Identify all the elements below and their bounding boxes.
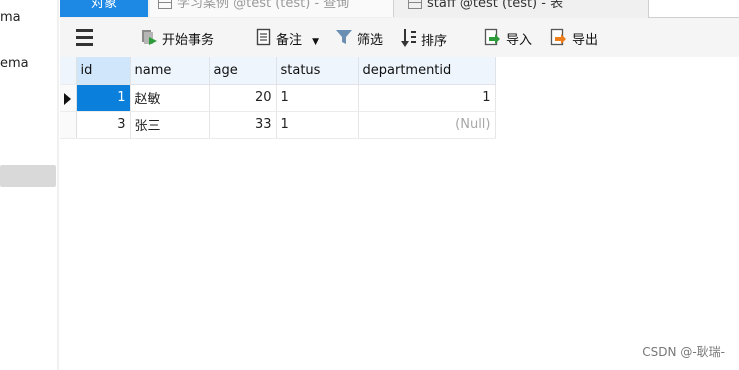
export-button[interactable]: 导出 (550, 28, 598, 48)
table-row[interactable]: 1 赵敏 20 1 1 (60, 84, 496, 112)
column-header-id[interactable]: id (76, 57, 131, 85)
import-button[interactable]: 导入 (484, 28, 532, 48)
pane-splitter[interactable] (57, 0, 59, 370)
tab-table-label: staff @test (test) - 表 (427, 0, 564, 11)
cell-age[interactable]: 33 (209, 111, 277, 139)
tab-strip: 对象 学习案例 @test (test) - 查询 staff @test (t… (60, 0, 739, 18)
column-header-departmentid[interactable]: departmentid (358, 57, 496, 85)
tab-table[interactable]: staff @test (test) - 表 (400, 0, 600, 17)
memo-icon (256, 28, 272, 53)
nav-selected-item[interactable] (0, 165, 56, 187)
tab-objects-label: 对象 (90, 0, 117, 11)
transaction-icon (140, 28, 158, 53)
cell-name[interactable]: 赵敏 (130, 84, 210, 112)
toolbar: 开始事务 备注 ▼ 筛选 排序 导入 导出 (60, 18, 739, 57)
filter-icon (335, 28, 353, 53)
cell-age[interactable]: 20 (209, 84, 277, 112)
nav-item-schema-1[interactable]: ma (0, 10, 21, 25)
navigation-pane: ma ema (0, 0, 58, 370)
memo-button[interactable]: 备注 ▼ (256, 28, 319, 48)
cell-departmentid[interactable]: (Null) (358, 111, 496, 139)
sort-button[interactable]: 排序 (401, 28, 448, 49)
column-header-status[interactable]: status (276, 57, 359, 85)
nav-item-schema-2[interactable]: ema (0, 56, 29, 71)
chevron-down-icon[interactable]: ▼ (312, 37, 319, 47)
memo-label: 备注 (276, 33, 303, 48)
grid-header-row: id name age status departmentid (60, 57, 496, 85)
watermark: CSDN @-耿瑞- (642, 345, 725, 359)
cell-departmentid[interactable]: 1 (358, 84, 496, 112)
sort-label: 排序 (421, 34, 448, 49)
cell-status[interactable]: 1 (276, 111, 359, 139)
begin-transaction-label: 开始事务 (162, 33, 215, 48)
import-icon (484, 28, 502, 53)
tab-query-label: 学习案例 @test (test) - 查询 (177, 0, 350, 11)
begin-transaction-button[interactable]: 开始事务 (140, 28, 214, 48)
cell-name[interactable]: 张三 (130, 111, 210, 139)
sort-icon (401, 28, 417, 55)
cell-id[interactable]: 3 (76, 111, 131, 139)
row-selector[interactable] (60, 111, 77, 139)
data-grid: id name age status departmentid 1 赵敏 20 … (60, 57, 496, 139)
tab-objects[interactable]: 对象 (60, 0, 148, 17)
export-icon (550, 28, 568, 53)
table-icon (408, 0, 422, 9)
cell-status[interactable]: 1 (276, 84, 359, 112)
query-icon (158, 0, 172, 9)
column-header-age[interactable]: age (209, 57, 277, 85)
export-label: 导出 (572, 33, 599, 48)
filter-label: 筛选 (357, 33, 384, 48)
cell-id[interactable]: 1 (76, 84, 131, 112)
search-input[interactable] (648, 0, 739, 18)
table-row[interactable]: 3 张三 33 1 (Null) (60, 111, 496, 139)
row-selector[interactable] (60, 84, 77, 112)
tab-query[interactable]: 学习案例 @test (test) - 查询 (150, 0, 394, 17)
hamburger-icon[interactable] (76, 28, 94, 48)
row-header-corner[interactable] (60, 57, 77, 85)
filter-button[interactable]: 筛选 (335, 28, 383, 48)
current-row-arrow-icon (64, 92, 71, 105)
import-label: 导入 (506, 33, 533, 48)
column-header-name[interactable]: name (130, 57, 210, 85)
